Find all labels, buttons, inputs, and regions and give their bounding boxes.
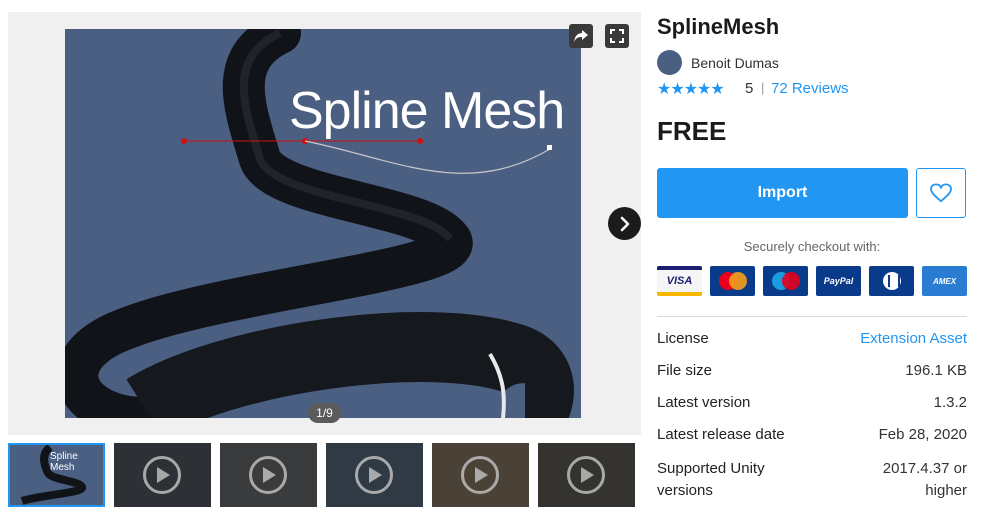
star-rating-icon: ★★★★★ (657, 81, 725, 98)
rating-value: 5 (745, 80, 754, 97)
thumbnail-6-video[interactable] (538, 443, 635, 507)
maestro-icon (763, 266, 808, 296)
wishlist-button[interactable] (916, 168, 966, 218)
license-link[interactable]: Extension Asset (860, 330, 967, 347)
publisher-name[interactable]: Benoit Dumas (691, 55, 779, 71)
import-button[interactable]: Import (657, 168, 908, 218)
thumbnail-label: Spline Mesh (50, 451, 78, 473)
paypal-label: PayPal (823, 276, 854, 286)
play-icon (567, 456, 605, 494)
product-details: License Extension Asset File size 196.1 … (657, 316, 967, 508)
chevron-right-icon (620, 216, 629, 231)
detail-value: 2017.4.37 or higher (882, 460, 967, 499)
share-button[interactable] (569, 24, 593, 48)
detail-label: Latest version (657, 394, 751, 411)
reviews-link[interactable]: 72 Reviews (771, 80, 849, 97)
paypal-icon: PayPal (816, 266, 861, 296)
rating-separator: | (761, 80, 765, 95)
detail-row-file-size: File size 196.1 KB (657, 362, 967, 394)
detail-row-latest-version: Latest version 1.3.2 (657, 394, 967, 426)
play-icon (249, 456, 287, 494)
thumbnail-4-video[interactable] (326, 443, 423, 507)
detail-value: 196.1 KB (905, 362, 967, 379)
detail-label: License (657, 330, 709, 347)
thumbnail-5-video[interactable] (432, 443, 529, 507)
thumbnail-2-video[interactable] (114, 443, 211, 507)
diners-club-icon (869, 266, 914, 296)
detail-row-license: License Extension Asset (657, 330, 967, 362)
checkout-text: Securely checkout with: (743, 239, 881, 254)
publisher-avatar[interactable] (657, 50, 682, 75)
fullscreen-icon (610, 29, 624, 43)
detail-row-unity-versions: Supported Unity versions 2017.4.37 or hi… (657, 458, 967, 508)
mastercard-icon (710, 266, 755, 296)
heart-icon (930, 183, 952, 203)
image-counter: 1/9 (308, 403, 341, 423)
product-page: Spline Mesh 1/9 Spline Mesh SplineMesh B… (0, 0, 991, 511)
next-image-button[interactable] (608, 207, 641, 240)
image-title-text: Spline Mesh (289, 82, 565, 140)
play-icon (355, 456, 393, 494)
play-icon (143, 456, 181, 494)
detail-value: Feb 28, 2020 (878, 426, 967, 443)
fullscreen-button[interactable] (605, 24, 629, 48)
main-image[interactable]: Spline Mesh (65, 29, 581, 418)
detail-label: File size (657, 362, 713, 379)
visa-icon: VISA (657, 266, 702, 296)
product-title: SplineMesh (657, 14, 780, 39)
detail-label: Latest release date (657, 426, 785, 443)
detail-row-release-date: Latest release date Feb 28, 2020 (657, 426, 967, 458)
amex-icon: AMEX (922, 266, 967, 296)
detail-value: 1.3.2 (933, 394, 967, 411)
image-gallery: Spline Mesh 1/9 (8, 12, 641, 435)
thumbnail-3-video[interactable] (220, 443, 317, 507)
detail-label: Supported Unity versions (657, 460, 765, 499)
play-icon (461, 456, 499, 494)
thumbnail-1[interactable]: Spline Mesh (8, 443, 105, 507)
price: FREE (657, 116, 727, 146)
share-icon (574, 30, 588, 42)
